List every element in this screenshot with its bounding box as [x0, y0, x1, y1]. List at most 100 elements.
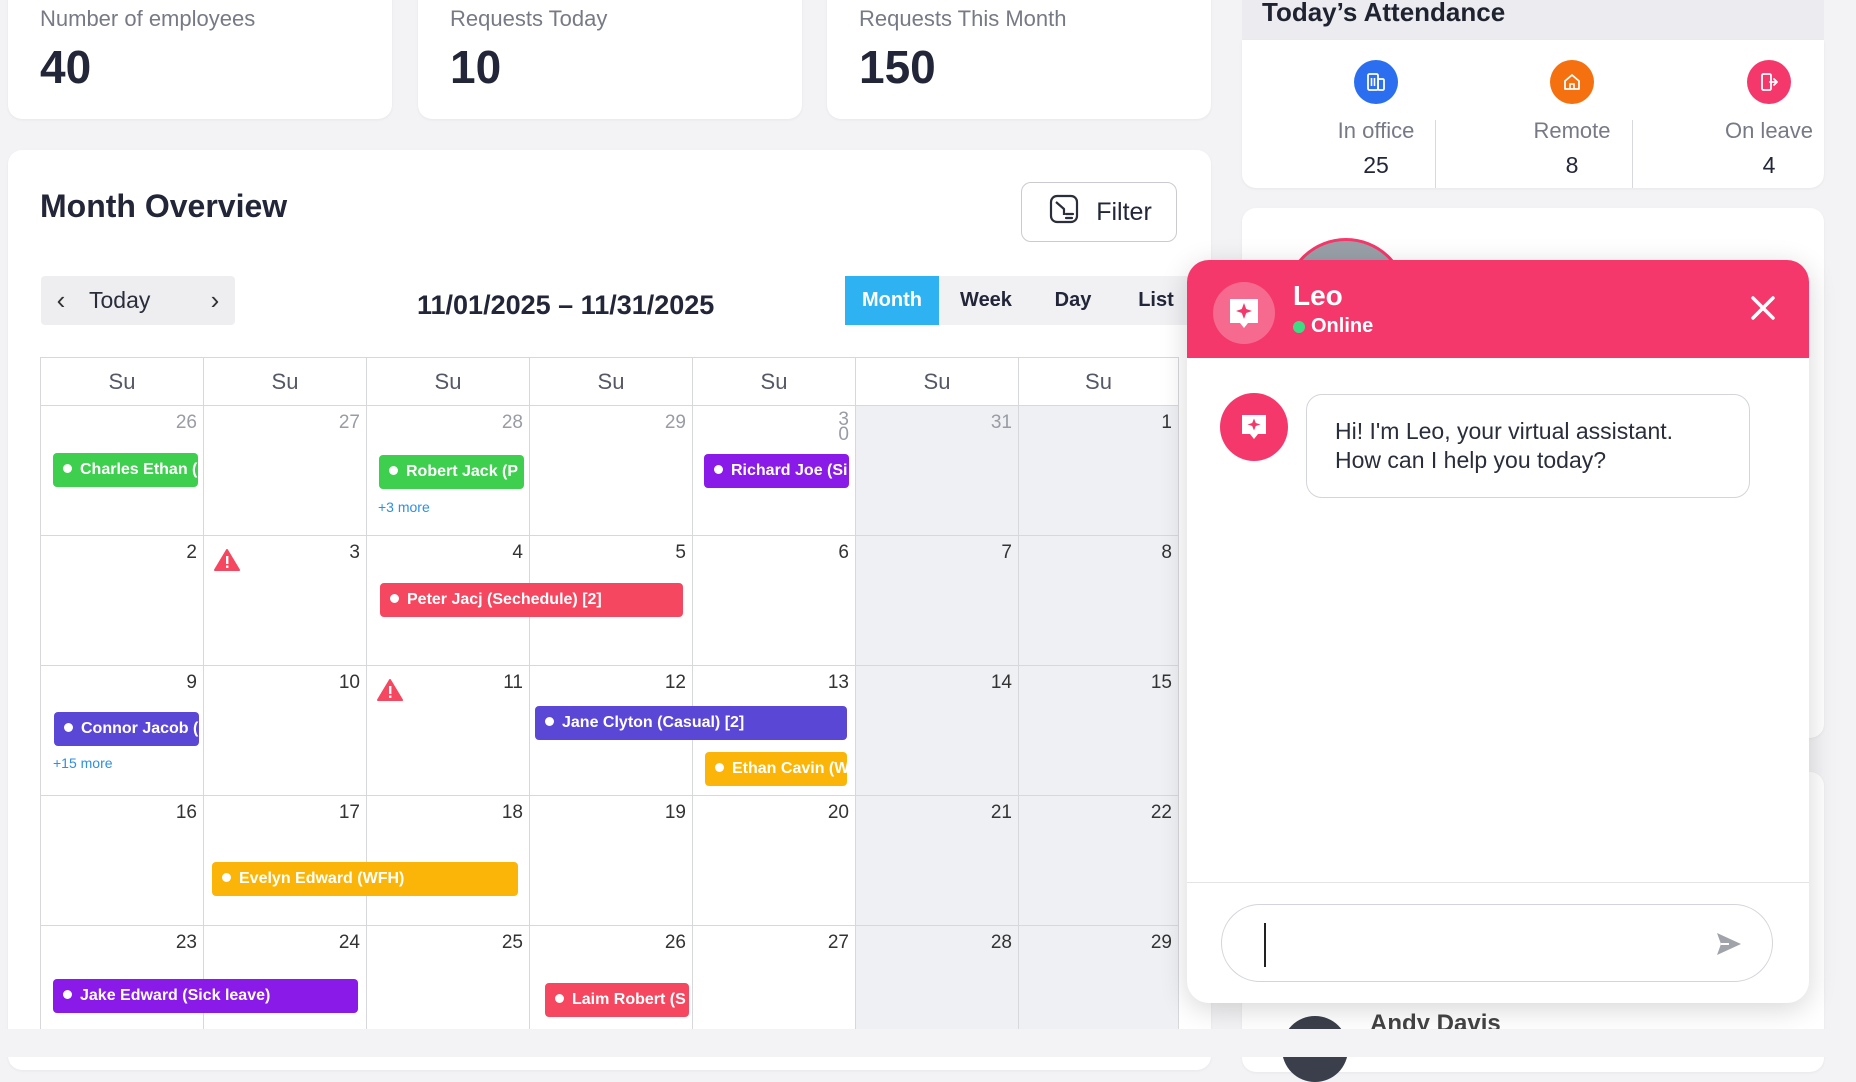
- day-number: 21: [990, 802, 1012, 823]
- day-number: 3 0: [838, 409, 849, 445]
- day-cell[interactable]: 29: [530, 406, 693, 536]
- day-cell[interactable]: 19: [530, 796, 693, 926]
- attendance-count: 25: [1363, 152, 1389, 178]
- calendar-event[interactable]: Robert Jack (P: [379, 455, 524, 489]
- day-number: 13: [827, 672, 849, 693]
- event-label: Robert Jack (P: [406, 463, 519, 480]
- more-events-link[interactable]: +3 more: [378, 499, 430, 515]
- stat-card-requests-today: Requests Today 10: [418, 0, 802, 119]
- calendar-event[interactable]: Jane Clyton (Casual) [2]: [535, 706, 847, 740]
- day-number: 1: [1161, 412, 1172, 433]
- day-cell[interactable]: 20: [693, 796, 856, 926]
- weekday-header: Su: [204, 358, 367, 406]
- day-cell[interactable]: 23: [41, 926, 204, 1030]
- day-number: 17: [338, 802, 360, 823]
- stat-card-employees: Number of employees 40: [8, 0, 392, 119]
- day-cell[interactable]: 7: [856, 536, 1019, 666]
- day-cell[interactable]: 1: [1019, 406, 1179, 536]
- attendance-count: 8: [1565, 152, 1579, 178]
- day-number: 26: [175, 412, 197, 433]
- day-number: 28: [990, 932, 1012, 953]
- attendance-card: In office 25 Remote 8 On leave 4: [1242, 40, 1824, 188]
- weekday-header: Su: [693, 358, 856, 406]
- event-label: Jake Edward (Sick leave): [80, 987, 271, 1004]
- chevron-left-icon[interactable]: ‹: [41, 285, 81, 316]
- chevron-right-icon[interactable]: ›: [195, 285, 235, 316]
- day-cell[interactable]: 10: [204, 666, 367, 796]
- day-number: 29: [664, 412, 686, 433]
- day-cell[interactable]: 25: [367, 926, 530, 1030]
- day-number: 24: [338, 932, 360, 953]
- day-number: 10: [338, 672, 360, 693]
- day-cell[interactable]: 27: [693, 926, 856, 1030]
- event-label: Connor Jacob (: [81, 720, 199, 737]
- sparkle-icon: [1213, 282, 1275, 344]
- day-cell[interactable]: 24: [204, 926, 367, 1030]
- section-title: Month Overview: [40, 188, 288, 224]
- calendar-event[interactable]: Richard Joe (Si: [704, 454, 849, 488]
- attendance-count: 4: [1762, 152, 1776, 178]
- weekday-header: Su: [1019, 358, 1179, 406]
- day-number: 22: [1150, 802, 1172, 823]
- calendar-event[interactable]: Charles Ethan (: [53, 453, 198, 487]
- day-cell[interactable]: 15: [1019, 666, 1179, 796]
- close-icon[interactable]: [1747, 292, 1779, 324]
- calendar-event[interactable]: Laim Robert (S: [545, 983, 689, 1017]
- attendance-on-leave: On leave 4: [1679, 60, 1856, 179]
- send-icon[interactable]: [1714, 929, 1744, 964]
- weekday-header: Su: [856, 358, 1019, 406]
- calendar-event[interactable]: Evelyn Edward (WFH): [212, 862, 518, 896]
- calendar-event[interactable]: Peter Jacj (Sechedule) [2]: [380, 583, 683, 617]
- view-month-button[interactable]: Month: [845, 276, 939, 325]
- view-week-button[interactable]: Week: [939, 276, 1033, 325]
- day-cell[interactable]: 17: [204, 796, 367, 926]
- more-events-link[interactable]: +15 more: [53, 755, 113, 771]
- day-cell[interactable]: 28: [856, 926, 1019, 1030]
- day-number: 19: [664, 802, 686, 823]
- day-number: 31: [990, 412, 1012, 433]
- day-cell[interactable]: 31: [856, 406, 1019, 536]
- calendar-event[interactable]: Jake Edward (Sick leave): [53, 979, 358, 1013]
- view-day-button[interactable]: Day: [1033, 276, 1113, 325]
- calendar-event[interactable]: Connor Jacob (: [54, 712, 199, 746]
- filter-icon: [1046, 191, 1082, 234]
- chat-widget: Leo Online Hi! I'm Leo, your virtual ass…: [1187, 260, 1809, 1003]
- day-cell[interactable]: 14: [856, 666, 1019, 796]
- stat-value: 10: [450, 41, 502, 93]
- divider: [1632, 120, 1633, 188]
- day-cell[interactable]: 21: [856, 796, 1019, 926]
- day-cell[interactable]: 16: [41, 796, 204, 926]
- day-number: 8: [1161, 542, 1172, 563]
- day-number: 18: [501, 802, 523, 823]
- today-button[interactable]: Today: [81, 287, 195, 314]
- attendance-label: Remote: [1533, 118, 1611, 143]
- event-dot: [63, 464, 72, 474]
- day-number: 26: [664, 932, 686, 953]
- day-cell[interactable]: 6: [693, 536, 856, 666]
- chat-input[interactable]: [1221, 904, 1773, 982]
- attendance-title: Today’s Attendance: [1262, 0, 1506, 27]
- weekday-header: Su: [530, 358, 693, 406]
- day-number: 20: [827, 802, 849, 823]
- event-label: Laim Robert (S: [572, 991, 686, 1008]
- exit-door-icon: [1747, 60, 1791, 104]
- filter-button[interactable]: Filter: [1021, 182, 1177, 242]
- day-cell[interactable]: 22: [1019, 796, 1179, 926]
- stat-value: 40: [40, 41, 92, 93]
- calendar-grid: Su Su Su Su Su Su Su 26 27 28 29 3 0 31 …: [40, 357, 1179, 1030]
- day-cell[interactable]: 11: [367, 666, 530, 796]
- day-cell[interactable]: 18: [367, 796, 530, 926]
- day-cell[interactable]: 29: [1019, 926, 1179, 1030]
- day-number: 11: [503, 672, 523, 693]
- day-cell[interactable]: 3: [204, 536, 367, 666]
- day-number: 2: [186, 542, 197, 563]
- day-cell[interactable]: 2: [41, 536, 204, 666]
- day-cell[interactable]: 8: [1019, 536, 1179, 666]
- event-dot: [715, 763, 724, 773]
- calendar-event[interactable]: Ethan Cavin (W: [705, 752, 847, 786]
- event-label: Charles Ethan (: [80, 461, 198, 478]
- event-dot: [555, 994, 564, 1004]
- day-number: 6: [838, 542, 849, 563]
- building-icon: [1354, 60, 1398, 104]
- day-cell[interactable]: 27: [204, 406, 367, 536]
